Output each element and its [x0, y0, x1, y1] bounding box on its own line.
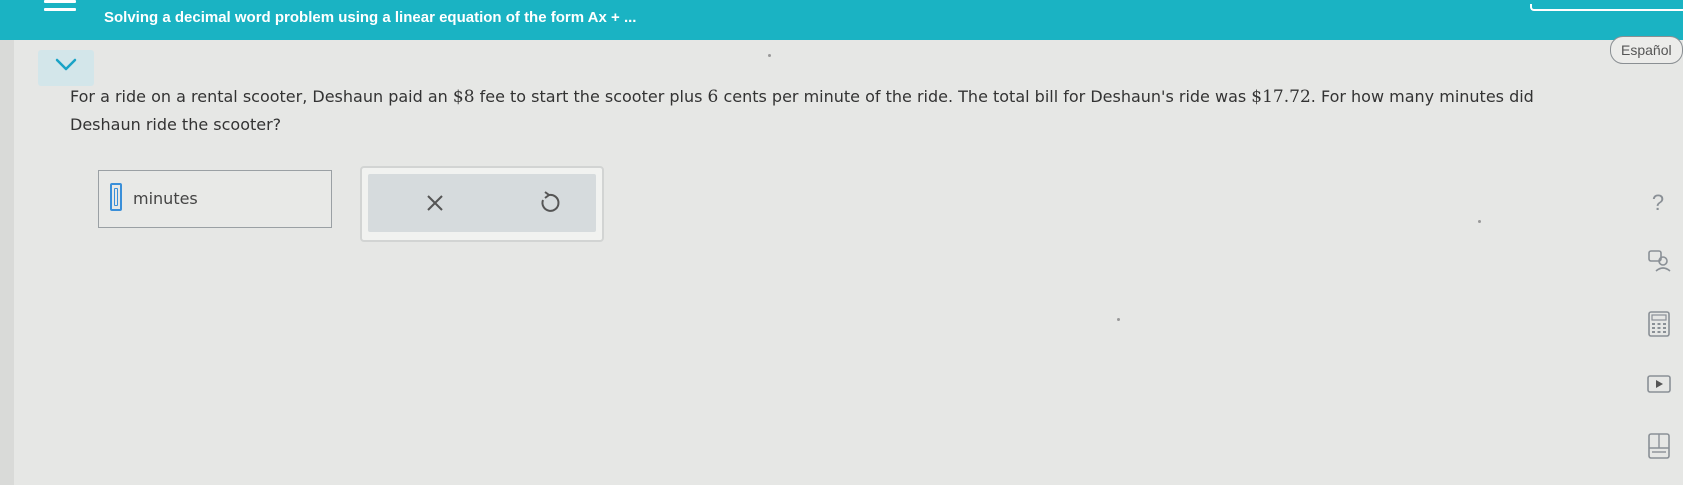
question-text: For a ride on a rental scooter, Deshaun …	[70, 83, 1570, 139]
rate-amount: 6	[707, 87, 719, 107]
question-part: For a ride on a rental scooter, Deshaun …	[70, 87, 453, 106]
answer-input[interactable]	[110, 183, 122, 211]
clear-button[interactable]	[420, 188, 450, 218]
page-title: Solving a decimal word problem using a l…	[104, 9, 637, 26]
screen-speck	[768, 54, 771, 57]
language-toggle-button[interactable]: Español	[1610, 36, 1683, 64]
action-panel-inner	[368, 174, 596, 232]
action-panel	[360, 166, 604, 242]
question-part: fee to start the scooter plus	[474, 87, 708, 106]
screen-speck	[1478, 220, 1481, 223]
collapse-button[interactable]	[38, 50, 94, 86]
fee-amount: $8	[452, 87, 475, 107]
chevron-down-icon	[55, 58, 77, 71]
left-margin	[0, 40, 14, 485]
menu-icon[interactable]	[44, 0, 76, 20]
screen-speck	[1117, 318, 1120, 321]
textbook-icon[interactable]	[1646, 432, 1672, 459]
total-amount: $17.72	[1251, 87, 1311, 107]
answer-lookup-icon[interactable]	[1646, 247, 1672, 273]
unit-label: minutes	[133, 189, 198, 208]
answer-input-box[interactable]: minutes	[98, 170, 332, 228]
video-icon[interactable]	[1646, 373, 1672, 399]
question-mark-icon[interactable]: ?	[1645, 190, 1671, 216]
calculator-icon[interactable]	[1646, 310, 1672, 337]
question-part: cents per minute of the ride. The total …	[718, 87, 1252, 106]
undo-button[interactable]	[534, 188, 564, 218]
close-icon	[427, 195, 443, 211]
header-bar: Solving a decimal word problem using a l…	[0, 0, 1683, 40]
undo-icon	[541, 191, 560, 212]
header-progress-outline	[1530, 4, 1683, 11]
